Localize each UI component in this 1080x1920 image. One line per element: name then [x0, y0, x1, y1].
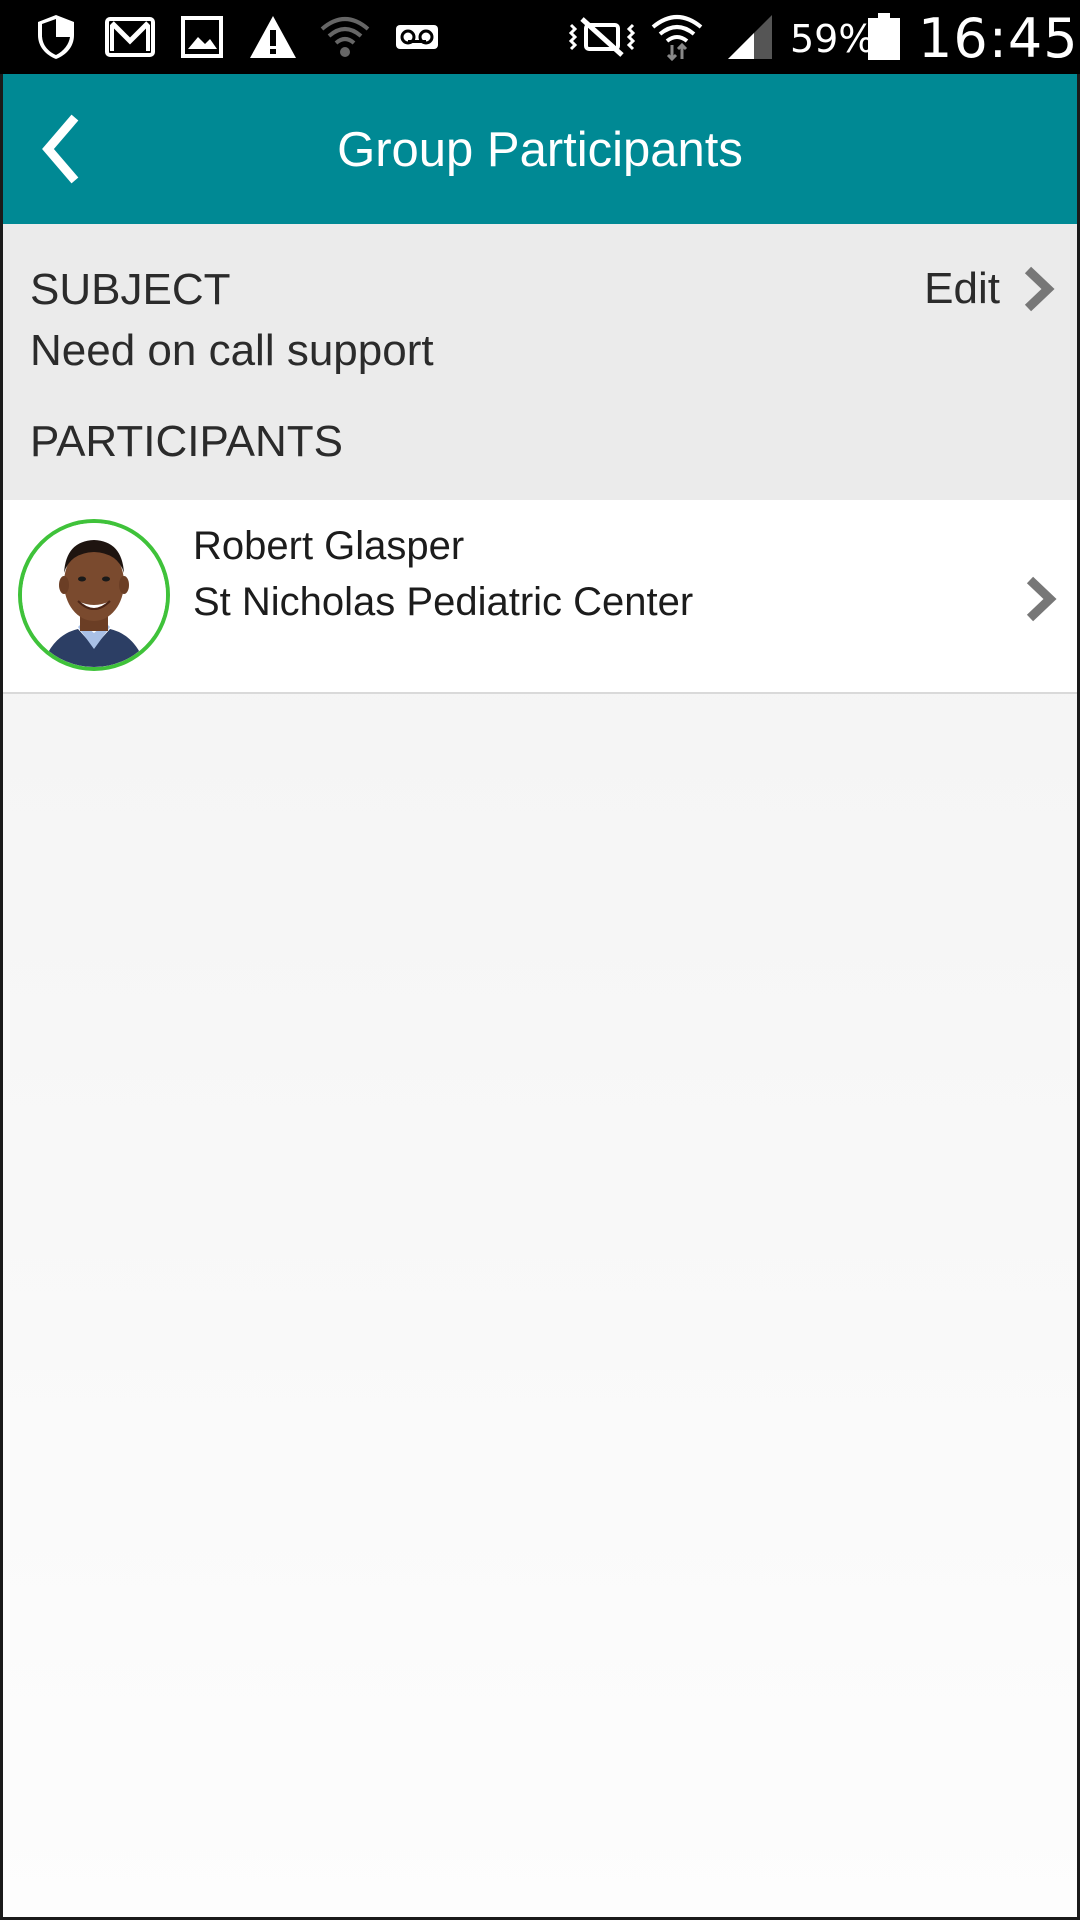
- status-bar: 59% 16:45: [0, 0, 1080, 74]
- gallery-icon: [180, 13, 224, 61]
- avatar: [18, 519, 170, 671]
- participant-organization: St Nicholas Pediatric Center: [193, 580, 694, 624]
- shield-icon: [34, 13, 78, 61]
- vibrate-mute-icon: [566, 13, 638, 61]
- battery-icon: [866, 13, 902, 61]
- participants-label: PARTICIPANTS: [30, 417, 343, 466]
- battery-percent: 59%: [790, 17, 875, 61]
- subject-value: Need on call support: [30, 326, 434, 375]
- app-bar: Group Participants: [0, 74, 1080, 224]
- chevron-left-icon: [42, 114, 79, 184]
- voicemail-icon: [394, 13, 440, 61]
- participant-row[interactable]: Robert Glasper St Nicholas Pediatric Cen…: [0, 500, 1080, 694]
- subject-section: SUBJECT Edit Need on call support PARTIC…: [0, 224, 1080, 500]
- clock: 16:45: [918, 7, 1079, 70]
- chevron-right-icon: [1022, 574, 1058, 624]
- page-title: Group Participants: [337, 123, 743, 177]
- edit-subject-button[interactable]: Edit: [924, 254, 1056, 324]
- back-button[interactable]: [20, 99, 120, 199]
- warning-icon: [248, 13, 298, 61]
- edit-label: Edit: [924, 264, 1000, 313]
- chevron-right-icon: [1024, 266, 1055, 312]
- group-participants-screen: 59% 16:45 Group Participants SUBJECT Edi…: [0, 0, 1080, 1920]
- subject-label: SUBJECT: [30, 265, 231, 314]
- participant-name: Robert Glasper: [193, 524, 465, 568]
- wifi-data-icon: [650, 13, 704, 61]
- gmail-icon: [104, 13, 156, 61]
- cell-signal-icon: [724, 13, 776, 61]
- wifi-icon: [318, 13, 372, 61]
- frame-edge-left: [0, 74, 3, 1920]
